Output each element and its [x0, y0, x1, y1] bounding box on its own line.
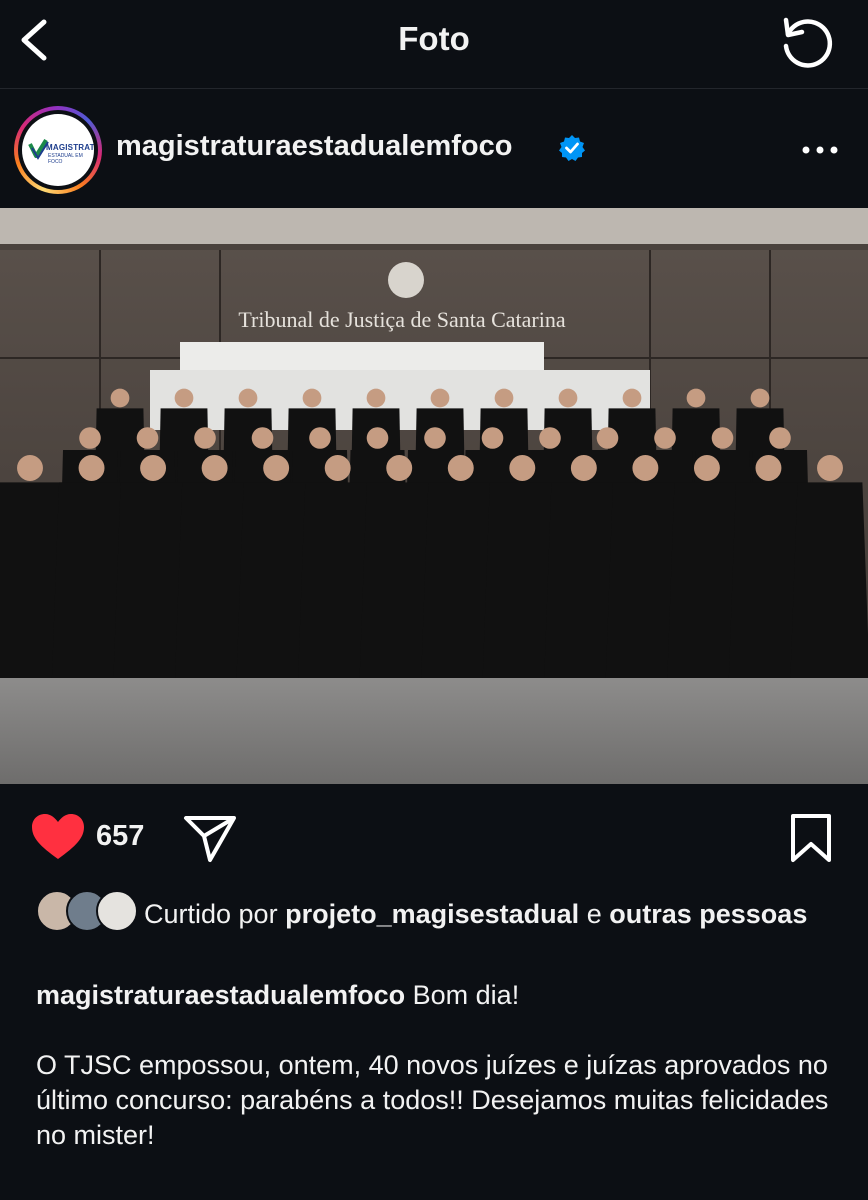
share-paper-plane-icon[interactable]	[182, 812, 238, 864]
liker-avatar	[96, 890, 138, 932]
wall-sign: Tribunal de Justiça de Santa Catarina	[238, 307, 566, 332]
logo-line1: MAGISTRATURA	[46, 143, 94, 152]
verified-badge-icon	[559, 135, 585, 161]
post-header: MAGISTRATURA ESTADUAL EM FOCO magistratu…	[0, 100, 868, 200]
group-photo-image: Tribunal de Justiça de Santa Catarina	[0, 208, 868, 784]
header-divider	[0, 88, 868, 89]
more-options-icon[interactable]	[798, 136, 842, 164]
post-caption: magistraturaestadualemfoco Bom dia! O TJ…	[36, 978, 836, 1153]
page-title: Foto	[398, 20, 470, 57]
refresh-icon[interactable]	[776, 12, 836, 72]
post-username[interactable]: magistraturaestadualemfoco	[116, 130, 512, 163]
like-count[interactable]: 657	[96, 820, 144, 853]
top-bar: Foto	[0, 0, 868, 88]
action-bar: 657	[0, 800, 868, 880]
liked-by-text: Curtido por projeto_magisestadual e outr…	[144, 899, 808, 929]
coat-of-arms-icon	[388, 262, 424, 298]
liker-username: projeto_magisestadual	[285, 899, 580, 929]
post-photo[interactable]: Tribunal de Justiça de Santa Catarina	[0, 208, 868, 784]
logo-line2: ESTADUAL EM FOCO	[48, 153, 83, 165]
heart-icon[interactable]	[30, 812, 86, 862]
avatar-logo: MAGISTRATURA ESTADUAL EM FOCO	[22, 114, 94, 186]
bookmark-icon[interactable]	[786, 812, 836, 864]
caption-greeting: Bom dia!	[412, 980, 520, 1010]
caption-body: O TJSC empossou, ontem, 40 novos juízes …	[36, 1050, 829, 1150]
liked-by-others: outras pessoas	[609, 899, 808, 929]
caption-username[interactable]: magistraturaestadualemfoco	[36, 980, 405, 1010]
avatar[interactable]: MAGISTRATURA ESTADUAL EM FOCO	[14, 106, 102, 194]
